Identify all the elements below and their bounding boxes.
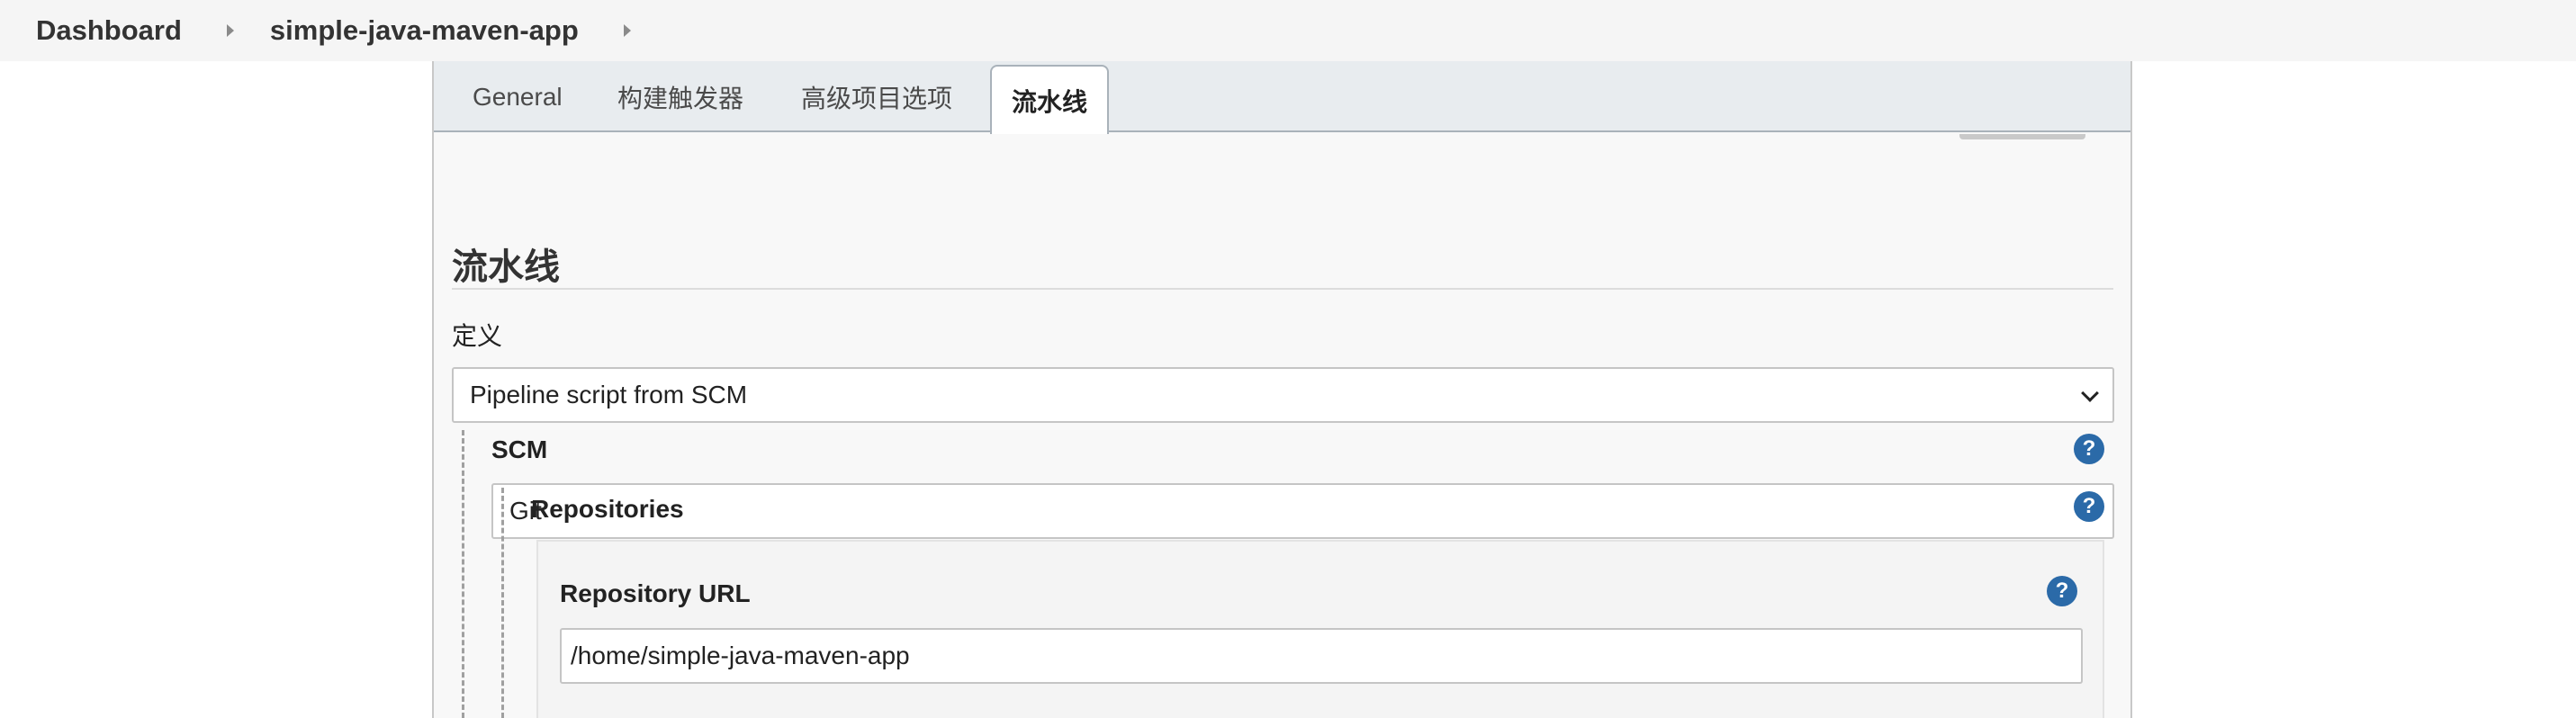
repository-url-label: Repository URL	[560, 579, 751, 607]
section-divider	[452, 288, 2113, 290]
breadcrumb: Dashboard simple-java-maven-app	[0, 0, 2576, 61]
tab-build-triggers[interactable]: 构建触发器	[617, 61, 743, 132]
scm-label: SCM	[491, 435, 548, 463]
config-panel: General 构建触发器 高级项目选项 流水线 流水线 定义 Pipeline…	[432, 61, 2132, 718]
tab-advanced-options[interactable]: 高级项目选项	[801, 61, 952, 132]
help-icon[interactable]: ?	[2074, 434, 2104, 464]
breadcrumb-job[interactable]: simple-java-maven-app	[270, 14, 579, 47]
scm-indent-guide	[462, 430, 464, 718]
tab-pipeline[interactable]: 流水线	[990, 65, 1110, 134]
repositories-indent-guide	[501, 488, 504, 718]
definition-select-value: Pipeline script from SCM	[470, 381, 748, 408]
chevron-right-icon[interactable]	[623, 24, 631, 37]
help-icon[interactable]: ?	[2074, 491, 2104, 522]
chevron-down-icon	[2081, 384, 2099, 402]
tab-bar: General 构建触发器 高级项目选项 流水线	[434, 61, 2130, 134]
definition-select[interactable]: Pipeline script from SCM	[452, 367, 2114, 423]
scm-select[interactable]: Git	[491, 483, 2114, 539]
repository-entry: Repository URL ? /home/simple-java-maven…	[536, 540, 2104, 718]
help-icon[interactable]: ?	[2047, 576, 2077, 606]
definition-label: 定义	[452, 322, 503, 350]
repository-url-input[interactable]: /home/simple-java-maven-app	[560, 628, 2083, 684]
repositories-label: Repositories	[531, 495, 684, 523]
tab-general[interactable]: General	[473, 61, 563, 132]
section-title: 流水线	[452, 247, 560, 287]
floating-button-edge	[1959, 134, 2085, 139]
breadcrumb-dashboard[interactable]: Dashboard	[36, 14, 182, 47]
chevron-right-icon[interactable]	[226, 24, 234, 37]
